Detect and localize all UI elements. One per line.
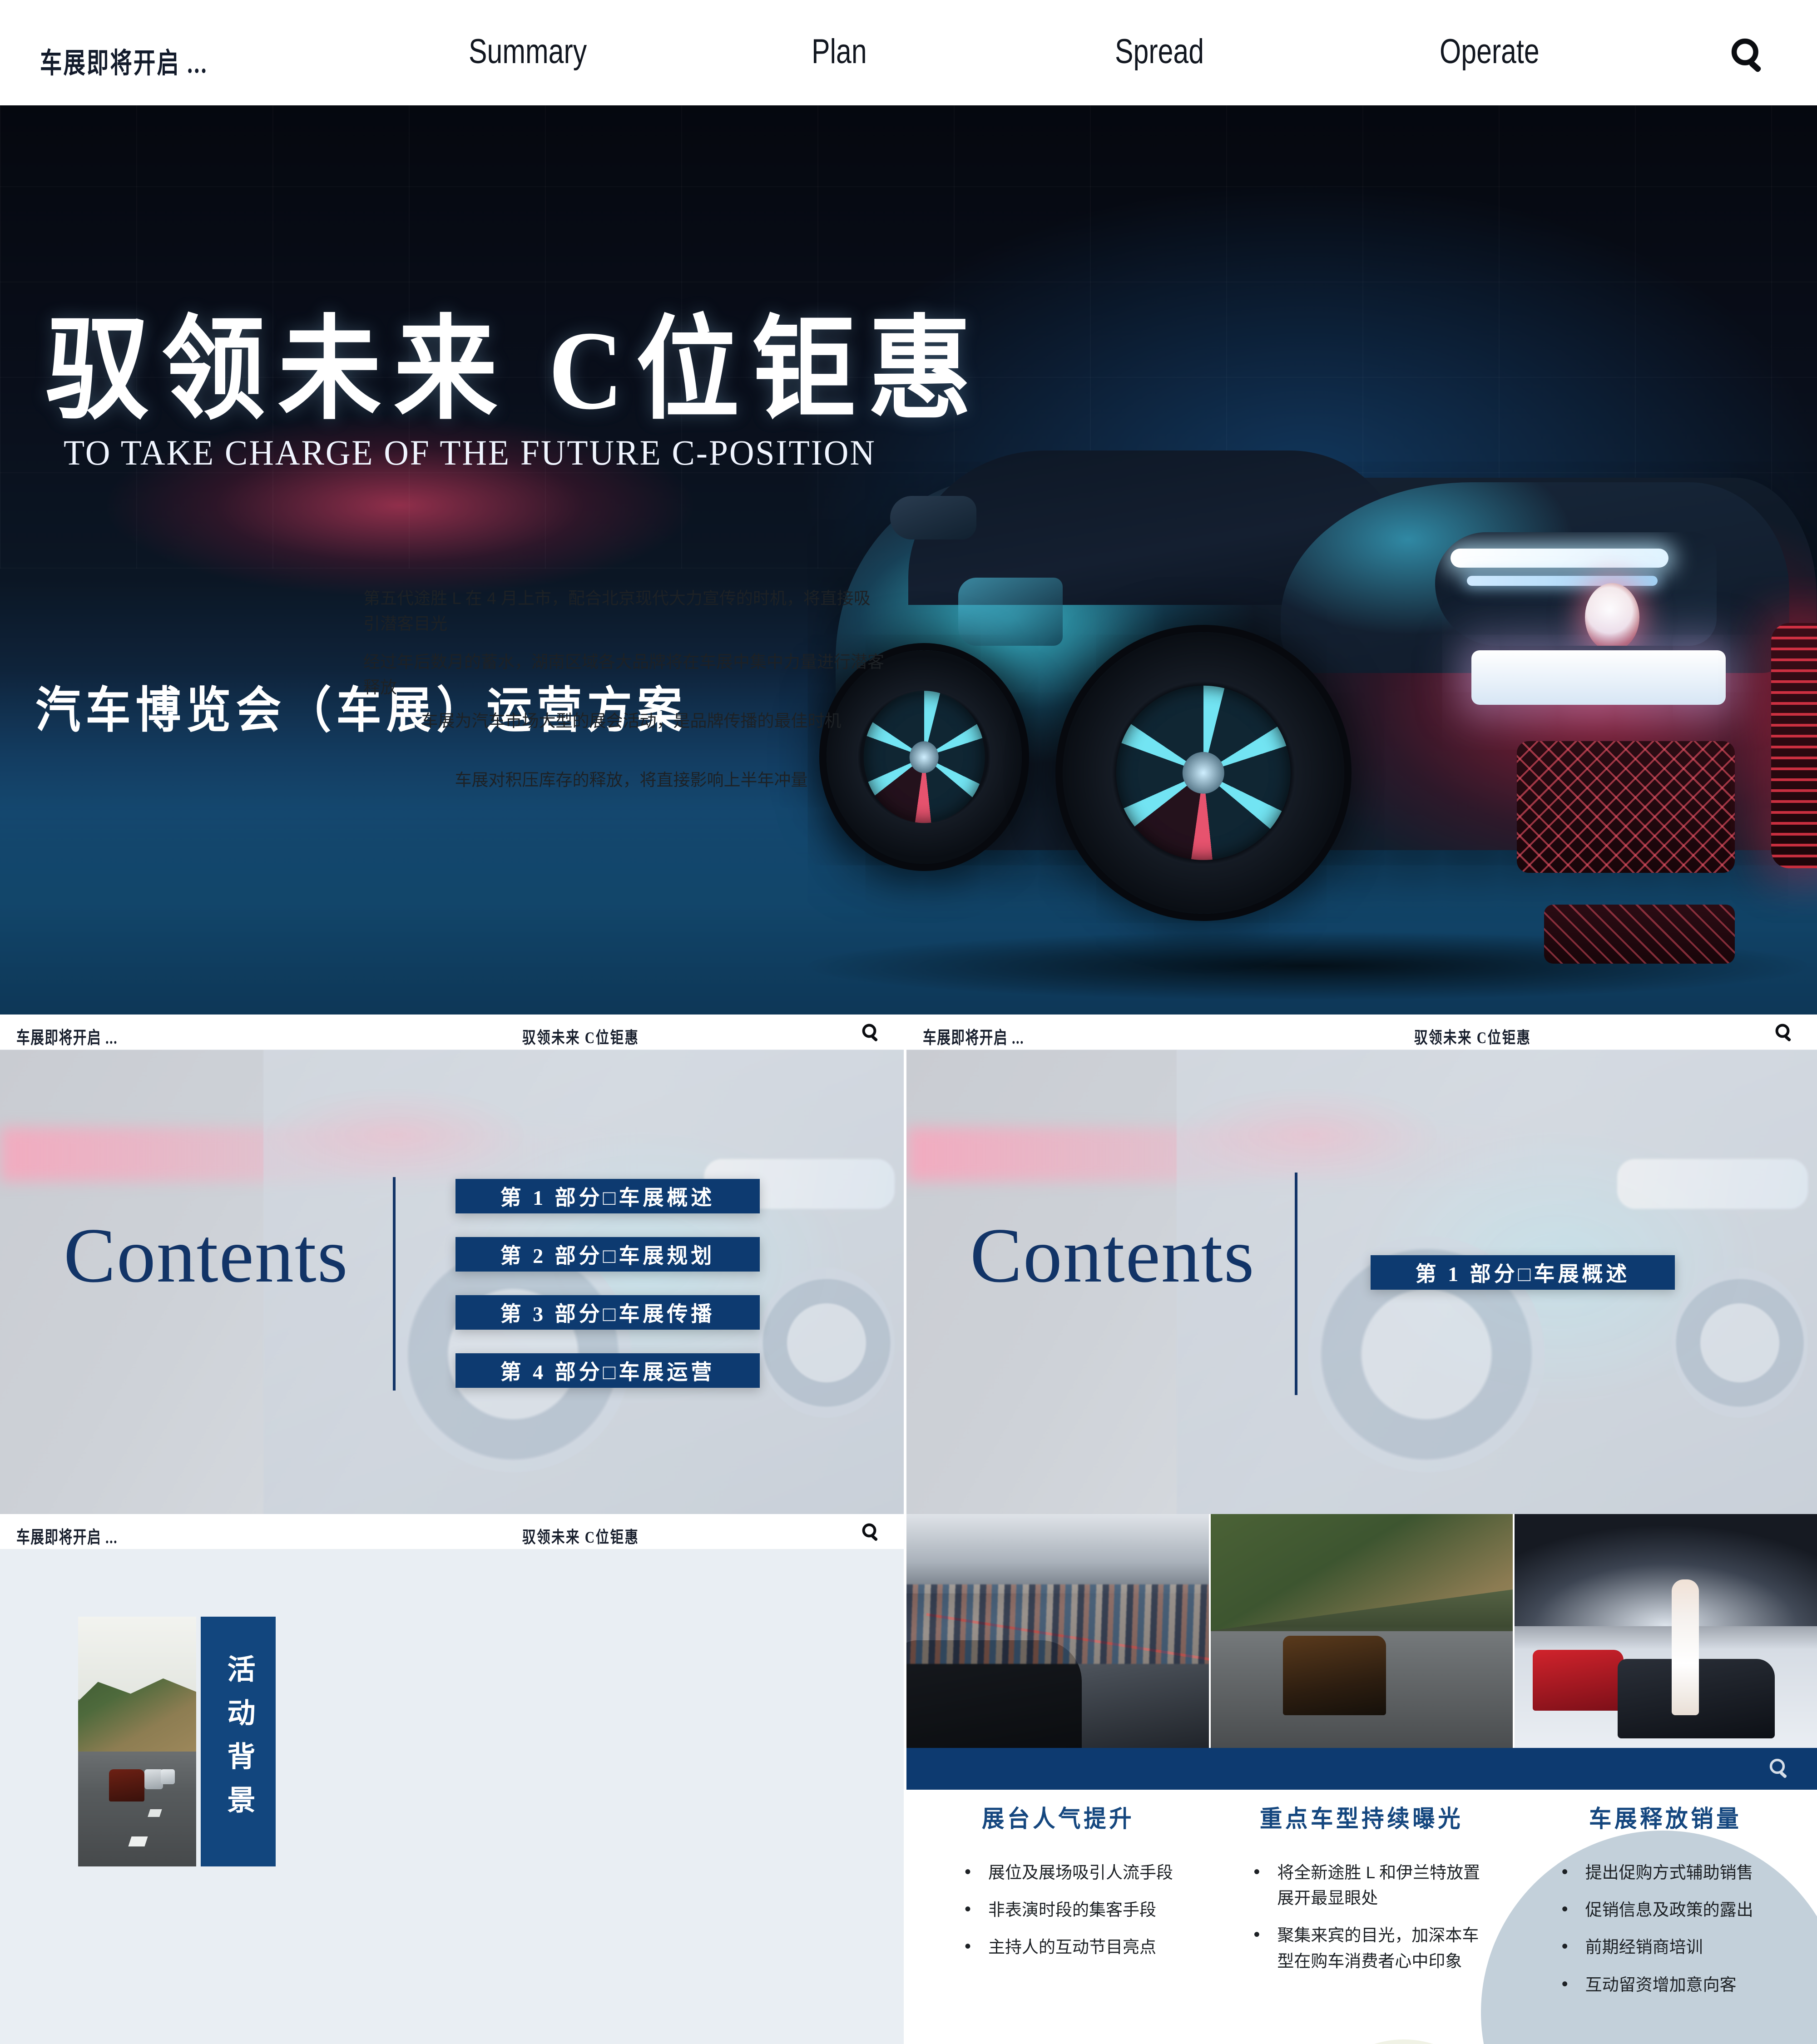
goal-column-2-title: 重点车型持续曝光 [1260, 1806, 1464, 1832]
nav-item-operate[interactable]: Operate [1440, 32, 1540, 71]
top-navigation-bar: 车展即将开启 ... Summary Plan Spread Operate [0, 0, 1817, 105]
auto-show-booth-model-photo [1515, 1514, 1817, 1748]
slide-header-left: 车展即将开启 ... 驭领未来 C位钜惠 [0, 1514, 904, 1549]
detail-slide-row: 车展即将开启 ... 驭领未来 C位钜惠 活动背景 展台人气提升 • 展位及展场… [0, 1514, 1817, 2044]
list-item: 前期经销商培训 [1558, 1933, 1794, 1960]
search-icon[interactable] [1767, 1756, 1792, 1781]
suv-highway-convoy-photo [1210, 1514, 1513, 1748]
slide-header-right: 车展即将开启 ... 驭领未来 C位钜惠 [906, 1015, 1817, 1050]
contents-divider-rule [393, 1177, 396, 1391]
goals-slide[interactable]: 展台人气提升 展位及展场吸引人流手段 非表演时段的集客手段 主持人的互动节目亮点… [904, 1514, 1817, 2044]
slide-header-title: 驭领未来 C位钜惠 [1414, 1029, 1531, 1047]
search-icon[interactable] [1773, 1022, 1795, 1044]
section-vertical-title-text: 活动背景 [223, 1654, 254, 1829]
slide-header-brand[interactable]: 车展即将开启 ... [16, 1523, 118, 1548]
nav-item-plan[interactable]: Plan [812, 32, 867, 71]
toc-item-4[interactable]: 第 4 部分□车展运营 [455, 1353, 760, 1388]
toc-item-1[interactable]: 第 1 部分□车展概述 [455, 1179, 760, 1213]
sports-car-illustration [745, 396, 1817, 1015]
goal-column-1-bullets: 展位及展场吸引人流手段 非表演时段的集客手段 主持人的互动节目亮点 [906, 1858, 1210, 1961]
slide-header-title: 驭领未来 C位钜惠 [522, 1029, 639, 1047]
section-vertical-title: 活动背景 [201, 1617, 276, 1866]
list-item: 促销信息及政策的露出 [1558, 1896, 1794, 1923]
contents-divider-rule [1295, 1173, 1297, 1395]
slide-header-title: 驭领未来 C位钜惠 [522, 1528, 639, 1546]
goal-column-1-title: 展台人气提升 [982, 1806, 1135, 1832]
ghost-car-image [263, 1050, 904, 1514]
search-icon[interactable] [860, 1022, 882, 1044]
goal-column-3: 车展释放销量 提出促购方式辅助销售 促销信息及政策的露出 前期经销商培训 互动留… [1514, 1790, 1817, 2044]
slide-header-brand[interactable]: 车展即将开启 ... [16, 1024, 118, 1049]
background-paragraph-1: 第五代途胜 L 在 4 月上市，配合北京现代大力宣传的时机，将直接吸引潜客目光 [363, 589, 871, 633]
contents-slide-right[interactable]: 车展即将开启 ... 驭领未来 C位钜惠 Contents [904, 1015, 1817, 1514]
nav-item-spread[interactable]: Spread [1115, 32, 1204, 71]
toc-item-2[interactable]: 第 2 部分□车展规划 [455, 1237, 760, 1272]
background-slide-body: 活动背景 [0, 1549, 904, 2044]
slide-header-left: 车展即将开启 ... 驭领未来 C位钜惠 [0, 1015, 904, 1050]
list-item: 提出促购方式辅助销售 [1558, 1858, 1794, 1886]
contents-stage-left: Contents [0, 1050, 904, 1514]
toc-item-right-1[interactable]: 第 1 部分□车展概述 [1371, 1255, 1675, 1290]
toc-item-3[interactable]: 第 3 部分□车展传播 [455, 1295, 760, 1330]
contents-stage-right: Contents [906, 1050, 1817, 1514]
contents-slide-left[interactable]: 车展即将开启 ... 驭领未来 C位钜惠 Contents [0, 1015, 904, 1514]
search-icon[interactable] [860, 1521, 882, 1543]
highway-convoy-photo [78, 1617, 196, 1866]
background-paragraph-4: 车展对积压库存的释放，将直接影响上半年冲量 [455, 771, 808, 789]
search-icon[interactable] [1728, 35, 1769, 76]
list-item: 互动留资增加意向客 [1558, 1970, 1794, 1998]
list-item: 主持人的互动节目亮点 [961, 1933, 1197, 1960]
list-item: 聚集来宾的目光，加深本车型在购车消费者心中印象 [1250, 1921, 1486, 1974]
background-paragraph-3: 车展为汽车市场大型的展会活动，是品牌传播的最佳时机 [421, 712, 842, 730]
goal-columns: 展台人气提升 展位及展场吸引人流手段 非表演时段的集客手段 主持人的互动节目亮点… [906, 1790, 1817, 2044]
contents-heading: Contents [970, 1213, 1255, 1299]
hero-slide: 驭领未来 C位钜惠 TO TAKE CHARGE OF THE FUTURE C… [0, 105, 1817, 1015]
nav-brand[interactable]: 车展即将开启 ... [40, 40, 208, 81]
list-item: 非表演时段的集客手段 [961, 1896, 1197, 1923]
list-item: 将全新途胜 L 和伊兰特放置展开最显眼处 [1250, 1858, 1486, 1911]
goal-column-1: 展台人气提升 展位及展场吸引人流手段 非表演时段的集客手段 主持人的互动节目亮点 [906, 1790, 1210, 2044]
background-paragraph-2: 经过年后数月的蓄水，湖南区域各大品牌将在车展中集中力量进行潜客释放 [363, 653, 884, 697]
goal-column-2: 重点车型持续曝光 将全新途胜 L 和伊兰特放置展开最显眼处 聚集来宾的目光，加深… [1210, 1790, 1513, 2044]
list-item: 展位及展场吸引人流手段 [961, 1858, 1197, 1886]
goal-column-3-bullets: 提出促购方式辅助销售 促销信息及政策的露出 前期经销商培训 互动留资增加意向客 [1514, 1858, 1817, 1998]
slide-header-brand[interactable]: 车展即将开启 ... [923, 1024, 1024, 1049]
background-slide[interactable]: 车展即将开启 ... 驭领未来 C位钜惠 活动背景 [0, 1514, 904, 2044]
goal-column-2-bullets: 将全新途胜 L 和伊兰特放置展开最显眼处 聚集来宾的目光，加深本车型在购车消费者… [1210, 1858, 1513, 1974]
hero-subtitle: TO TAKE CHARGE OF THE FUTURE C-POSITION [64, 433, 876, 472]
accent-bar [906, 1748, 1817, 1790]
auto-show-crowd-photo [906, 1514, 1209, 1748]
hero-title: 驭领未来 C位钜惠 [45, 308, 985, 433]
contents-heading: Contents [64, 1213, 349, 1299]
goal-column-3-title: 车展释放销量 [1589, 1806, 1742, 1832]
nav-item-summary[interactable]: Summary [469, 32, 587, 71]
photo-strip [906, 1514, 1817, 1748]
